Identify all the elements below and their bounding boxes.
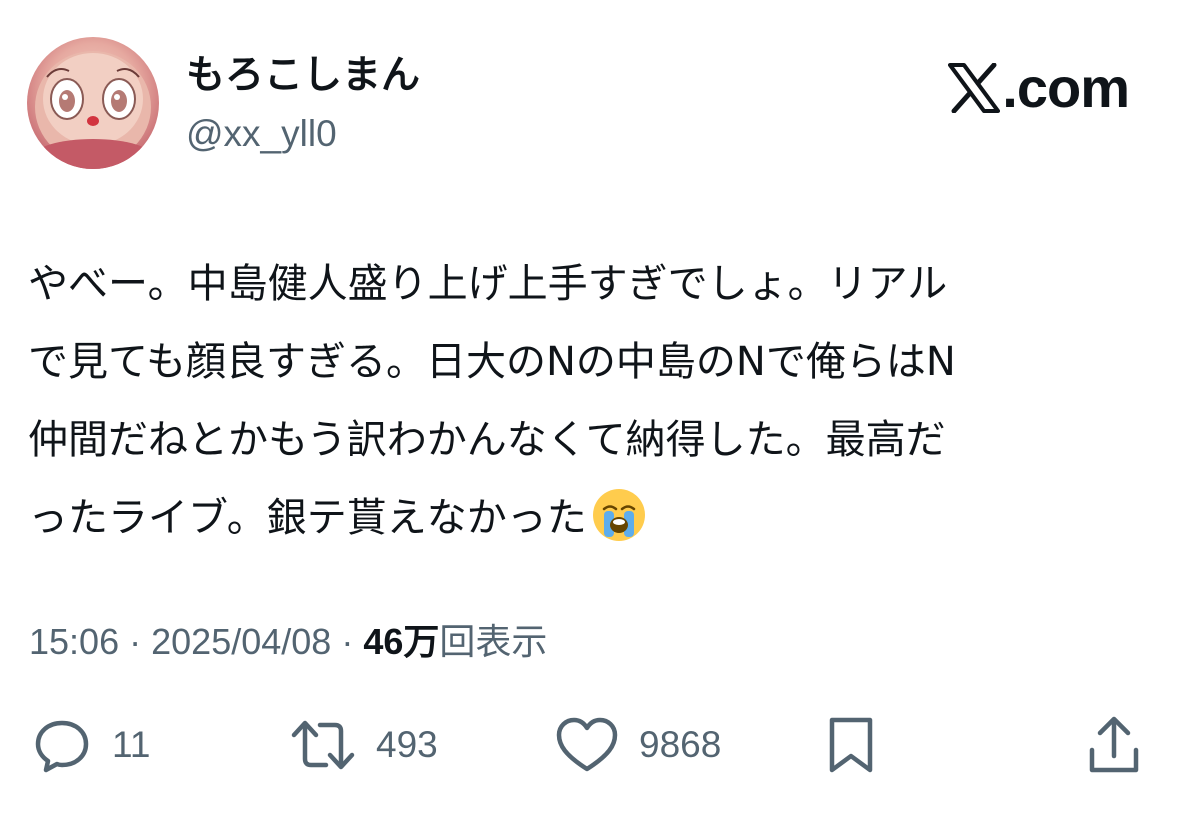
- display-name[interactable]: もろこしまん: [186, 52, 420, 100]
- tweet-line: やべー。中島健人盛り上げ上手すぎでしょ。リアル: [28, 261, 948, 307]
- action-bar: 11 493 9868: [0, 710, 1179, 780]
- tweet-meta: 15:06 · 2025/04/08 · 46万回表示: [29, 620, 547, 665]
- tweet-line: ったライブ。銀テ貰えなかった: [28, 479, 1148, 557]
- site-badge-text: .com: [1002, 56, 1130, 119]
- user-handle[interactable]: @xx_yll0: [186, 112, 337, 156]
- retweet-count: 493: [376, 724, 438, 765]
- tweet-line: で見ても顔良すぎる。日大のNの中島のNで俺らはN: [28, 339, 956, 385]
- x-logo-icon: [948, 63, 1001, 113]
- reply-icon: [35, 720, 89, 773]
- views-label: 回表示: [439, 622, 548, 663]
- site-badge: .com: [948, 56, 1130, 120]
- bookmark-button[interactable]: [826, 710, 876, 780]
- tweet-time[interactable]: 15:06: [29, 621, 119, 662]
- bookmark-icon: [829, 717, 873, 773]
- avatar[interactable]: [27, 37, 159, 169]
- retweet-icon: [291, 720, 355, 770]
- retweet-button[interactable]: 493: [290, 710, 438, 780]
- tweet-text: やべー。中島健人盛り上げ上手すぎでしょ。リアル で見ても顔良すぎる。日大のNの中…: [28, 245, 1148, 557]
- like-count: 9868: [639, 724, 722, 765]
- loudly-crying-face-emoji: [592, 489, 645, 541]
- like-button[interactable]: 9868: [555, 710, 721, 780]
- meta-separator: ·: [129, 621, 142, 662]
- reply-button[interactable]: 11: [32, 710, 150, 780]
- tweet-date[interactable]: 2025/04/08: [151, 621, 331, 662]
- share-icon: [1089, 716, 1139, 773]
- views-count: 46万: [363, 621, 440, 662]
- meta-separator: ·: [341, 621, 354, 662]
- heart-icon: [556, 717, 618, 772]
- reply-count: 11: [112, 724, 151, 765]
- tweet-line-text: ったライブ。銀テ貰えなかった: [28, 495, 587, 541]
- avatar-figurine: [33, 51, 153, 169]
- share-button[interactable]: [1086, 710, 1142, 780]
- tweet-line: 仲間だねとかもう訳わかんなくて納得した。最高だ: [28, 417, 946, 463]
